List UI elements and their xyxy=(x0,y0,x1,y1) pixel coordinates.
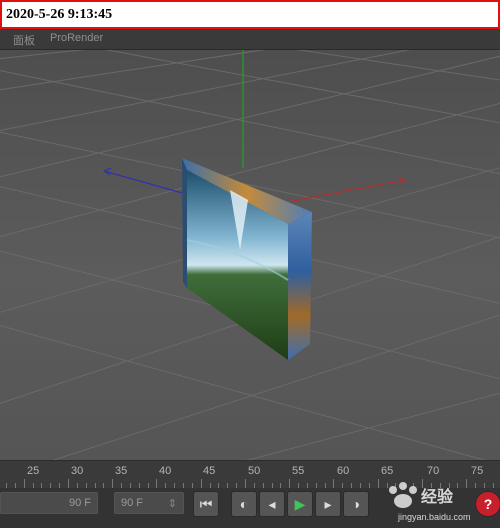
step-back-icon: ◂ xyxy=(268,495,276,512)
next-key-button[interactable]: ◑ xyxy=(343,491,369,517)
ruler-tick xyxy=(23,479,25,488)
help-group: ? xyxy=(475,491,500,517)
goto-start-button[interactable]: ⏮ xyxy=(193,491,219,517)
stepper-icon: ⇕ xyxy=(167,498,177,510)
menu-item-prorender[interactable]: ProRender xyxy=(50,32,103,44)
prev-key-button[interactable]: ◐ xyxy=(231,491,257,517)
datetime-text: 2020-5-26 9:13:45 xyxy=(6,7,113,22)
step-forward-icon: ▸ xyxy=(324,495,332,512)
ruler-label: 55 xyxy=(292,465,305,477)
prev-key-icon: ◐ xyxy=(239,496,249,512)
ruler-tick xyxy=(156,479,158,488)
ruler-label: 40 xyxy=(159,465,172,477)
skip-back-icon: ⏮ xyxy=(199,495,213,512)
svg-text:经验: 经验 xyxy=(421,487,454,506)
ruler-tick xyxy=(112,479,114,488)
question-icon: ? xyxy=(483,496,493,512)
end-frame-value: 90 F xyxy=(121,497,144,509)
ruler-tick xyxy=(200,479,202,488)
ruler-tick xyxy=(244,479,246,488)
next-key-icon: ◑ xyxy=(351,496,361,512)
ruler-label: 45 xyxy=(203,465,216,477)
ruler-label: 30 xyxy=(71,465,84,477)
ruler-tick xyxy=(333,479,335,488)
ruler-label: 75 xyxy=(471,465,484,477)
viewport-scene xyxy=(0,50,500,460)
textured-cube[interactable] xyxy=(182,158,312,360)
3d-viewport[interactable] xyxy=(0,50,500,460)
play-icon: ▶ xyxy=(294,495,306,512)
start-frame-field[interactable]: 90 F xyxy=(0,492,98,514)
menu-bar: 面板 ProRender xyxy=(0,29,500,50)
ruler-label: 60 xyxy=(337,465,350,477)
help-button[interactable]: ? xyxy=(475,491,500,517)
goto-start-group: ⏮ xyxy=(193,491,219,517)
next-frame-button[interactable]: ▸ xyxy=(315,491,341,517)
ruler-label: 50 xyxy=(248,465,261,477)
menu-item-panel[interactable]: 面板 xyxy=(13,32,35,48)
start-frame-value: 90 F xyxy=(68,497,91,509)
ruler-label: 25 xyxy=(27,465,40,477)
ruler-tick xyxy=(67,479,69,488)
end-frame-field[interactable]: 90 F ⇕ xyxy=(114,492,184,514)
playback-controls: ◐ ◂ ▶ ▸ ◑ xyxy=(231,491,369,517)
watermark-site: jingyan.baidu.com xyxy=(398,512,471,522)
ruler-tick xyxy=(289,479,291,488)
datetime-stamp: 2020-5-26 9:13:45 xyxy=(0,0,500,29)
prev-frame-button[interactable]: ◂ xyxy=(259,491,285,517)
ruler-label: 35 xyxy=(115,465,128,477)
play-button[interactable]: ▶ xyxy=(287,491,313,517)
